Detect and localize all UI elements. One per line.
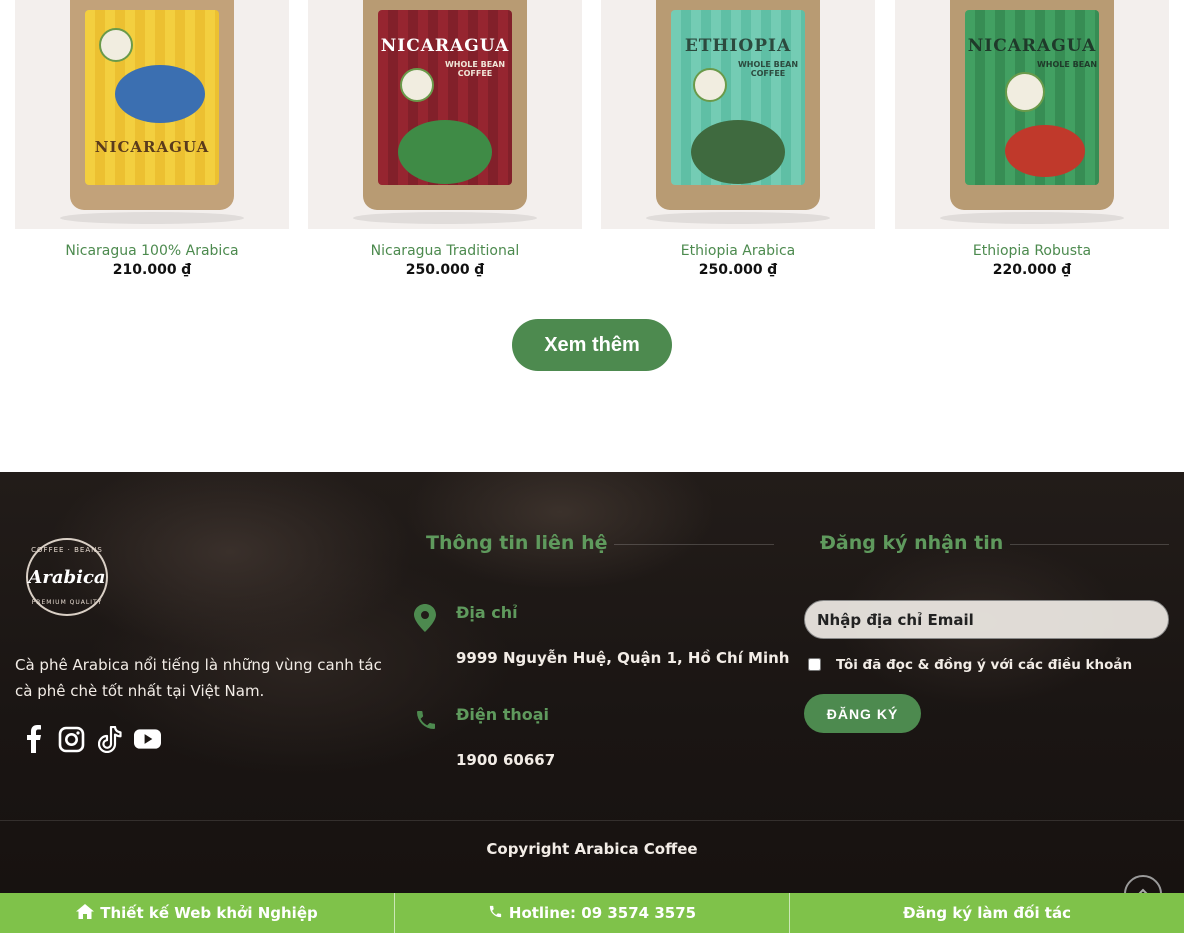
contact-title-line (614, 544, 774, 545)
instagram-icon[interactable] (58, 722, 85, 756)
youtube-icon[interactable] (134, 722, 161, 756)
product-price: 220.000 ₫ (992, 262, 1072, 278)
address-label: Địa chỉ (456, 603, 518, 622)
product-price: 250.000 ₫ (698, 262, 778, 278)
bottom-action-bar: Thiết kế Web khởi Nghiệp Hotline: 09 357… (0, 893, 1184, 933)
product-card[interactable]: NICARAGUA Nicaragua 100% Arabica 210.000… (15, 0, 289, 278)
product-name[interactable]: Nicaragua Traditional (308, 243, 582, 259)
partner-link[interactable]: Đăng ký làm đối tác (790, 893, 1184, 933)
product-price: 210.000 ₫ (112, 262, 192, 278)
web-design-link[interactable]: Thiết kế Web khởi Nghiệp (0, 893, 395, 933)
logo-name: Arabica (28, 566, 106, 588)
newsletter-title: Đăng ký nhận tin (820, 532, 1004, 554)
product-image[interactable]: NICARAGUA WHOLE BEAN COFFEE (308, 0, 582, 229)
agree-label[interactable]: Tôi đã đọc & đồng ý với các điều khoản (836, 657, 1132, 673)
hotline-link[interactable]: Hotline: 09 3574 3575 (395, 893, 790, 933)
product-card[interactable]: NICARAGUA WHOLE BEAN Ethiopia Robusta 22… (895, 0, 1169, 278)
logo-top-text: COFFEE · BEANS (31, 546, 103, 554)
hotline-label: Hotline: 09 3574 3575 (508, 904, 697, 922)
tiktok-icon[interactable] (96, 722, 123, 756)
back-to-top-button[interactable] (1124, 875, 1162, 893)
product-image[interactable]: NICARAGUA WHOLE BEAN (895, 0, 1169, 229)
about-text: Cà phê Arabica nổi tiếng là những vùng c… (15, 656, 382, 700)
chevron-up-icon (1136, 885, 1150, 893)
phone-value[interactable]: 1900 60667 (456, 751, 555, 769)
footer: COFFEE · BEANS Arabica PREMIUM QUALITY C… (0, 472, 1184, 893)
email-input[interactable] (804, 600, 1169, 639)
phone-icon (488, 904, 503, 923)
product-name[interactable]: Ethiopia Arabica (601, 243, 875, 259)
location-pin-icon (414, 604, 436, 636)
subscribe-button[interactable]: ĐĂNG KÝ (804, 694, 921, 733)
newsletter-title-line (1010, 544, 1169, 545)
home-icon (76, 903, 95, 923)
phone-icon (414, 708, 438, 736)
product-card[interactable]: NICARAGUA WHOLE BEAN COFFEE Nicaragua Tr… (308, 0, 582, 278)
product-image[interactable]: ETHIOPIA WHOLE BEAN COFFEE (601, 0, 875, 229)
product-card[interactable]: ETHIOPIA WHOLE BEAN COFFEE Ethiopia Arab… (601, 0, 875, 278)
agree-checkbox[interactable] (808, 658, 821, 671)
product-grid: NICARAGUA Nicaragua 100% Arabica 210.000… (0, 0, 1184, 472)
web-design-label: Thiết kế Web khởi Nghiệp (100, 904, 318, 922)
partner-label: Đăng ký làm đối tác (902, 904, 1071, 922)
product-name[interactable]: Ethiopia Robusta (895, 243, 1169, 259)
product-image[interactable]: NICARAGUA (15, 0, 289, 229)
footer-divider (0, 820, 1184, 821)
contact-title: Thông tin liên hệ (426, 532, 608, 554)
logo-bottom-text: PREMIUM QUALITY (31, 599, 103, 606)
phone-label: Điện thoại (456, 705, 550, 724)
copyright-text: Copyright Arabica Coffee (486, 840, 698, 858)
product-price: 250.000 ₫ (405, 262, 485, 278)
product-name[interactable]: Nicaragua 100% Arabica (15, 243, 289, 259)
view-more-button[interactable]: Xem thêm (512, 319, 672, 371)
facebook-icon[interactable] (20, 722, 47, 756)
address-value: 9999 Nguyễn Huệ, Quận 1, Hồ Chí Minh (456, 649, 790, 667)
arabica-logo[interactable]: COFFEE · BEANS Arabica PREMIUM QUALITY (26, 538, 108, 616)
social-links (20, 722, 161, 756)
